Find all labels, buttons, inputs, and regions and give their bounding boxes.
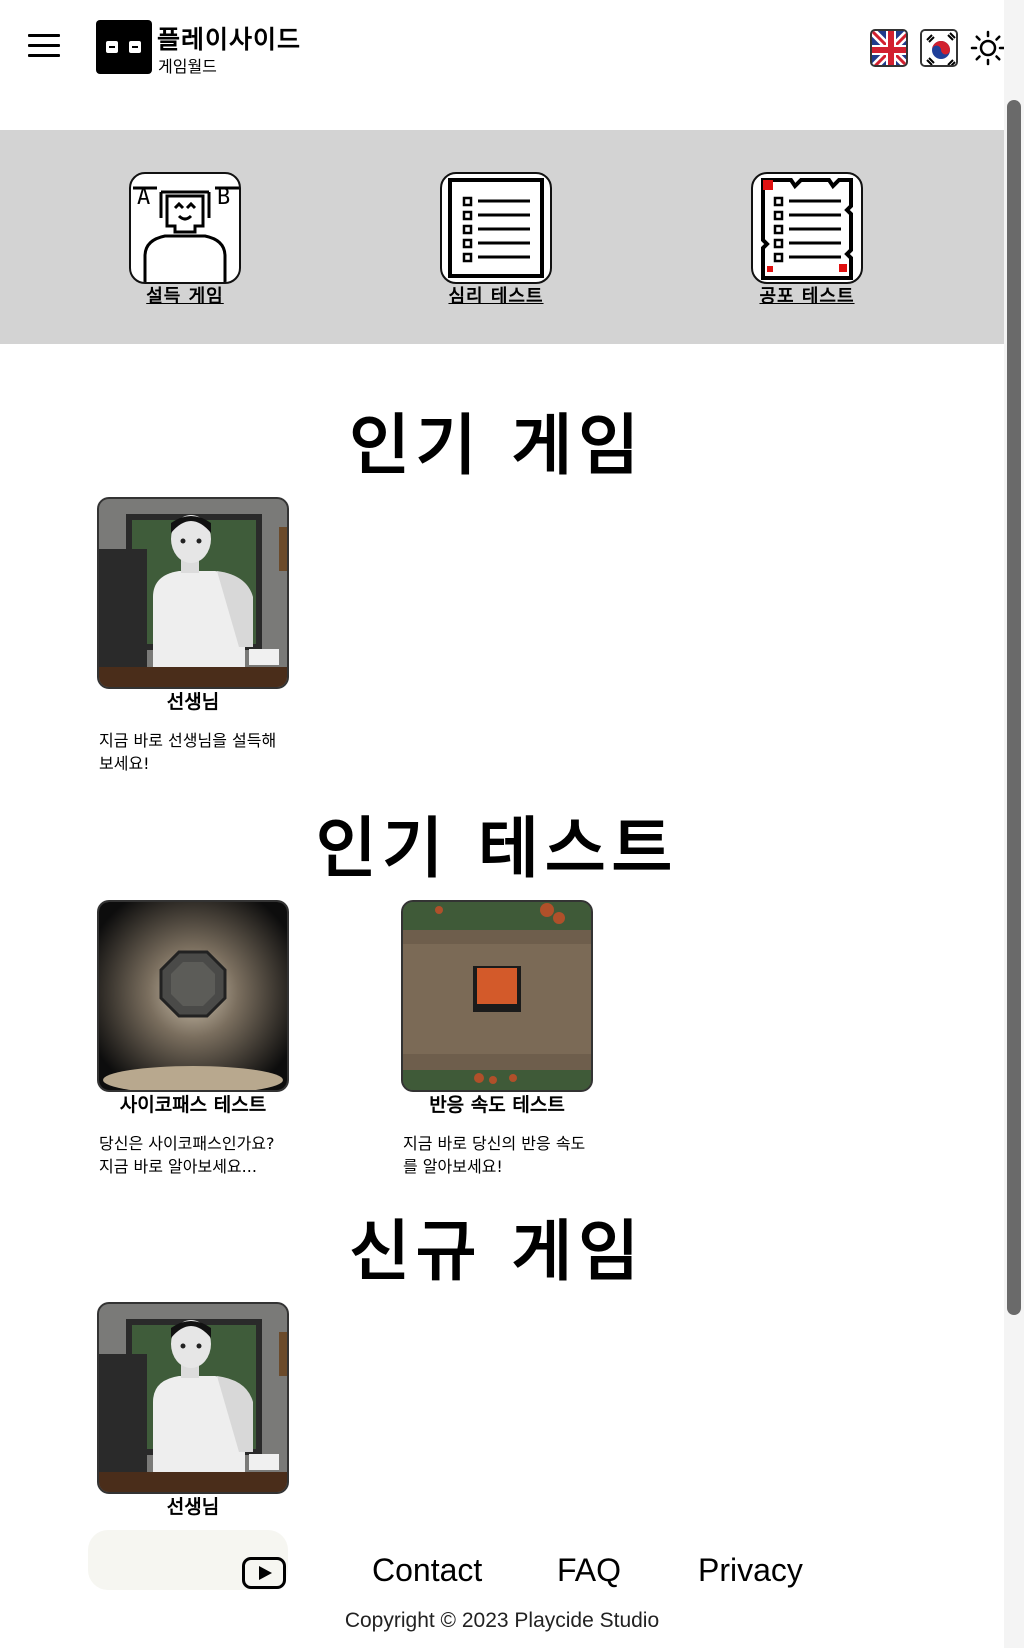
persuasion-game-icon: A B	[129, 172, 241, 284]
psychopath-thumbnail	[97, 900, 289, 1092]
category-label: 설득 게임	[146, 286, 224, 307]
hamburger-menu-icon[interactable]	[28, 34, 60, 60]
logo[interactable]	[96, 20, 152, 74]
test-card-reaction-speed[interactable]: 반응 속도 테스트 지금 바로 당신의 반응 속도를 알아보세요!	[401, 900, 593, 1178]
category-label: 심리 테스트	[448, 286, 544, 307]
card-description: 지금 바로 당신의 반응 속도를 알아보세요!	[403, 1134, 586, 1176]
card-title: 선생님	[166, 691, 220, 713]
category-psychology-test[interactable]: 심리 테스트	[440, 172, 552, 308]
brand-title[interactable]: 플레이사이드	[157, 20, 301, 56]
test-card-psychopath[interactable]: 사이코패스 테스트 당신은 사이코패스인가요? 지금 바로 알아보세요...	[97, 900, 289, 1178]
card-title: 선생님	[166, 1496, 220, 1518]
contact-link[interactable]: Contact	[372, 1552, 482, 1589]
card-description: 지금 바로 선생님을 설득해보세요!	[99, 731, 277, 773]
sun-icon[interactable]	[970, 30, 1006, 66]
category-label: 공포 테스트	[759, 286, 855, 307]
teacher-thumbnail	[97, 1302, 289, 1494]
page: 플레이사이드 게임월드 A B 설득 게임 심리 테스트 공포 테스트 인기 게…	[0, 0, 1006, 1648]
game-card-teacher[interactable]: 선생님 지금 바로 선생님을 설득해보세요!	[97, 497, 289, 775]
reaction-speed-thumbnail	[401, 900, 593, 1092]
header: 플레이사이드 게임월드	[0, 0, 1006, 96]
checklist-icon	[440, 172, 552, 284]
category-horror-test[interactable]: 공포 테스트	[751, 172, 863, 308]
privacy-link[interactable]: Privacy	[698, 1552, 803, 1589]
scrollbar[interactable]	[1004, 0, 1024, 1648]
youtube-icon[interactable]	[242, 1557, 286, 1589]
card-description: 당신은 사이코패스인가요? 지금 바로 알아보세요...	[99, 1134, 275, 1176]
card-title: 사이코패스 테스트	[119, 1094, 267, 1116]
category-persuasion-game[interactable]: A B 설득 게임	[129, 172, 241, 308]
svg-text:A: A	[137, 185, 150, 210]
section-title-popular-games: 인기 게임	[349, 407, 645, 484]
svg-text:B: B	[217, 185, 230, 210]
section-title-popular-tests: 인기 테스트	[315, 810, 679, 887]
brand-subtitle: 게임월드	[158, 57, 217, 76]
faq-link[interactable]: FAQ	[557, 1552, 621, 1589]
scrollbar-thumb[interactable]	[1007, 100, 1021, 1315]
section-title-new-games: 신규 게임	[349, 1213, 645, 1290]
korea-flag-icon[interactable]	[920, 29, 958, 67]
category-bar: A B 설득 게임 심리 테스트 공포 테스트	[0, 130, 1004, 344]
teacher-thumbnail	[97, 497, 289, 689]
card-title: 반응 속도 테스트	[429, 1094, 565, 1116]
game-card-teacher-new[interactable]: 선생님	[97, 1302, 289, 1520]
footer: Contact FAQ Privacy Copyright © 2023 Pla…	[0, 1530, 1004, 1648]
horror-checklist-icon	[751, 172, 863, 284]
uk-flag-icon[interactable]	[870, 29, 908, 67]
copyright-text: Copyright © 2023 Playcide Studio	[344, 1609, 660, 1632]
